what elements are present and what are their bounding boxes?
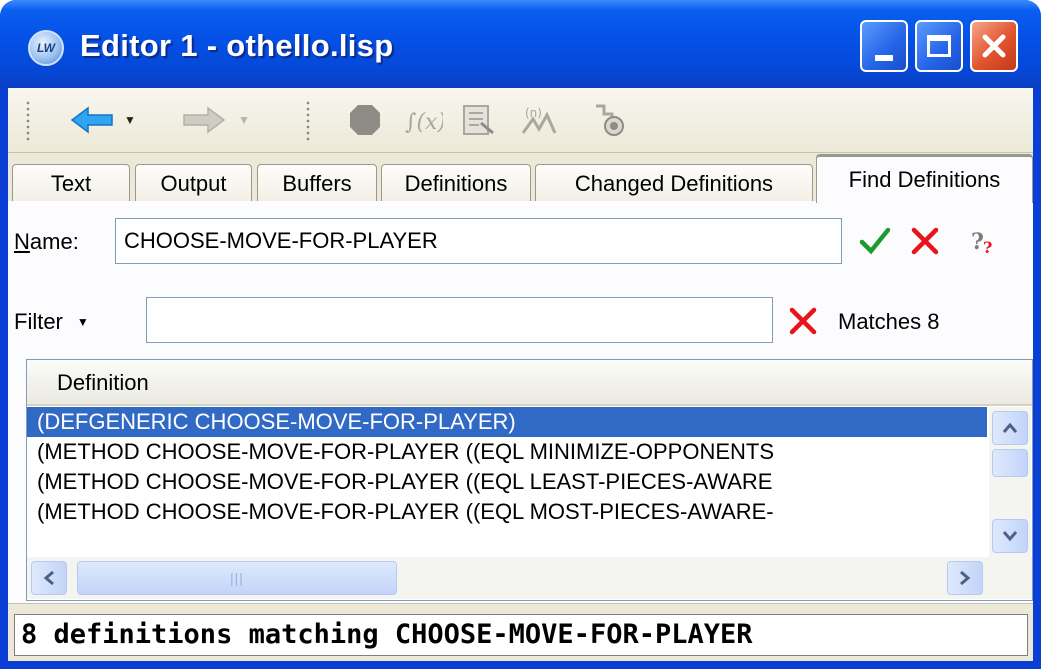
title-bar[interactable]: LW Editor 1 - othello.lisp — [0, 0, 1041, 88]
tab-definitions[interactable]: Definitions — [381, 164, 531, 202]
status-message: 8 definitions matching CHOOSE-MOVE-FOR-P… — [14, 614, 1028, 656]
back-button[interactable] — [66, 100, 118, 140]
toolbar: ▼ ▼ ∫(x) (n) — [8, 88, 1033, 153]
minimize-icon — [875, 55, 893, 61]
inspect-button[interactable] — [586, 100, 632, 140]
clear-filter-button[interactable] — [784, 301, 822, 341]
red-x-icon — [789, 307, 817, 335]
tab-changed-definitions[interactable]: Changed Definitions — [535, 164, 813, 202]
definitions-list: Definition (DEFGENERIC CHOOSE-MOVE-FOR-P… — [26, 359, 1033, 601]
filter-label: Filter — [14, 309, 63, 334]
scroll-right-button[interactable] — [947, 561, 983, 595]
tab-output[interactable]: Output — [135, 164, 252, 202]
horizontal-scrollbar[interactable]: ||| — [27, 557, 1032, 599]
list-item[interactable]: (METHOD CHOOSE-MOVE-FOR-PLAYER ((EQL MIN… — [27, 437, 987, 467]
toolbar-grip[interactable] — [306, 100, 310, 142]
chevron-left-icon — [43, 570, 54, 586]
tab-strip: Text Output Buffers Definitions Changed … — [8, 154, 1033, 267]
svg-text:∫(x): ∫(x) — [405, 110, 443, 135]
column-header-label: Definition — [57, 370, 149, 395]
compile-icon — [463, 105, 494, 135]
filter-dropdown[interactable]: Filter ▼ — [14, 309, 89, 335]
client-area: ▼ ▼ ∫(x) (n) Text Output Buffers Definit… — [8, 88, 1033, 661]
chevron-down-icon — [1002, 531, 1018, 542]
back-arrow-icon — [70, 106, 113, 134]
name-input[interactable] — [115, 218, 842, 264]
minimize-button[interactable] — [860, 20, 908, 72]
find-definitions-panel: Name: ? ? Filter ▼ — [8, 201, 1033, 661]
inspect-icon — [596, 104, 624, 136]
list-item[interactable]: (METHOD CHOOSE-MOVE-FOR-PLAYER ((EQL MOS… — [27, 497, 987, 527]
tab-find-definitions[interactable]: Find Definitions — [816, 154, 1033, 203]
grip-lines-icon: ||| — [230, 570, 244, 586]
stop-icon — [350, 105, 380, 135]
macroexpand-icon: (n) — [521, 106, 557, 134]
evaluate-button[interactable]: ∫(x) — [400, 100, 446, 140]
list-rows: (DEFGENERIC CHOOSE-MOVE-FOR-PLAYER) (MET… — [27, 407, 987, 557]
maximize-icon — [927, 35, 951, 57]
column-header-definition[interactable]: Definition — [27, 360, 1032, 406]
forward-dropdown[interactable]: ▼ — [234, 100, 254, 140]
forward-button[interactable] — [178, 100, 230, 140]
tab-text[interactable]: Text — [12, 164, 130, 202]
svg-text:?: ? — [983, 238, 992, 257]
dropdown-arrow-icon: ▼ — [238, 113, 250, 127]
forward-arrow-icon — [183, 106, 226, 134]
horizontal-scroll-thumb[interactable]: ||| — [77, 561, 397, 595]
scroll-up-button[interactable] — [992, 411, 1028, 445]
close-icon — [982, 34, 1006, 58]
editor-window: LW Editor 1 - othello.lisp ▼ ▼ ∫(x) (n) … — [0, 0, 1041, 669]
stop-button[interactable] — [342, 100, 388, 140]
close-button[interactable] — [970, 20, 1018, 72]
confirm-button[interactable] — [856, 221, 894, 261]
back-dropdown[interactable]: ▼ — [120, 100, 140, 140]
name-label: Name: — [14, 229, 79, 254]
window-title: Editor 1 - othello.lisp — [80, 28, 394, 63]
check-icon — [859, 227, 891, 255]
list-item[interactable]: (METHOD CHOOSE-MOVE-FOR-PLAYER ((EQL LEA… — [27, 467, 987, 497]
dropdown-arrow-icon: ▼ — [76, 315, 89, 329]
matches-count: Matches 8 — [838, 309, 940, 334]
scroll-left-button[interactable] — [31, 561, 67, 595]
chevron-right-icon — [960, 570, 971, 586]
help-button[interactable]: ? ? — [964, 221, 1002, 261]
vertical-scroll-thumb[interactable] — [992, 449, 1028, 477]
svg-text:?: ? — [971, 229, 984, 255]
cancel-button[interactable] — [906, 221, 944, 261]
macroexpand-button[interactable]: (n) — [516, 100, 562, 140]
tab-buffers[interactable]: Buffers — [257, 164, 377, 202]
red-x-icon — [911, 227, 939, 255]
dropdown-arrow-icon: ▼ — [124, 113, 136, 127]
help-icon: ? ? — [971, 229, 992, 257]
filter-input[interactable] — [146, 297, 773, 343]
maximize-button[interactable] — [915, 20, 963, 72]
compile-button[interactable] — [456, 100, 502, 140]
status-bar: 8 definitions matching CHOOSE-MOVE-FOR-P… — [8, 603, 1033, 661]
list-item[interactable]: (DEFGENERIC CHOOSE-MOVE-FOR-PLAYER) — [27, 407, 987, 437]
evaluate-icon: ∫(x) — [405, 110, 443, 135]
vertical-scrollbar[interactable] — [989, 407, 1031, 557]
chevron-up-icon — [1002, 422, 1018, 433]
scroll-down-button[interactable] — [992, 519, 1028, 553]
app-icon: LW — [28, 30, 64, 66]
toolbar-grip[interactable] — [26, 100, 30, 142]
